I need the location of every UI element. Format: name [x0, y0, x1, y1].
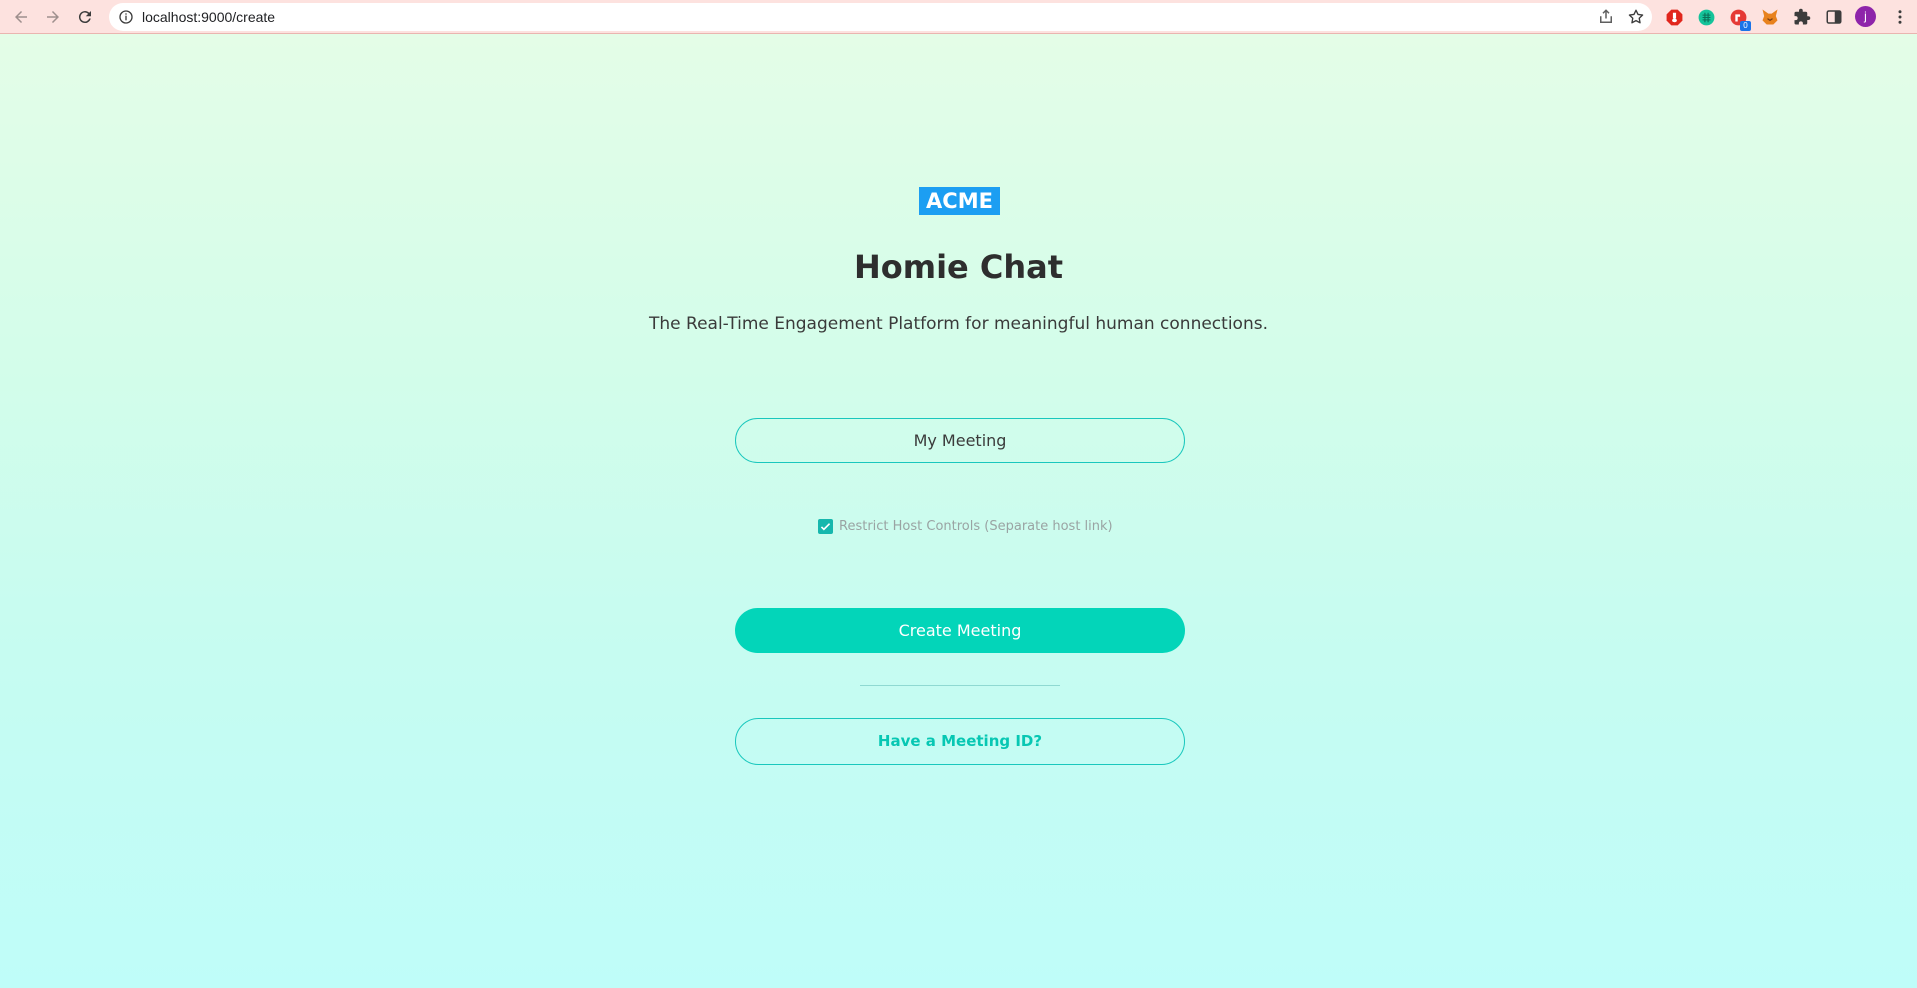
grammar-extension-icon[interactable] — [1696, 7, 1716, 27]
bookmark-star-icon[interactable] — [1627, 8, 1645, 26]
forward-arrow-icon[interactable] — [40, 4, 66, 30]
acme-logo: ACME — [919, 187, 1000, 215]
restrict-host-label: Restrict Host Controls (Separate host li… — [839, 518, 1113, 534]
page-content — [0, 34, 1917, 988]
meeting-name-input[interactable] — [735, 418, 1185, 463]
puzzle-extensions-icon[interactable] — [1792, 7, 1812, 27]
profile-avatar[interactable]: j — [1855, 6, 1876, 27]
divider — [860, 685, 1060, 686]
page-subtitle: The Real-Time Engagement Platform for me… — [649, 314, 1268, 334]
fox-wallet-extension-icon[interactable] — [1760, 7, 1780, 27]
kebab-menu-icon[interactable] — [1890, 7, 1910, 27]
have-meeting-id-button[interactable]: Have a Meeting ID? — [735, 718, 1185, 765]
extension-badge: 0 — [1740, 21, 1751, 31]
restrict-host-checkbox[interactable] — [818, 518, 833, 534]
reload-icon[interactable] — [72, 4, 98, 30]
address-bar[interactable]: localhost:9000/create — [109, 3, 1652, 31]
restrict-host-controls-option[interactable]: Restrict Host Controls (Separate host li… — [818, 517, 1113, 535]
browser-toolbar: localhost:9000/create 0 j — [0, 0, 1917, 34]
checkmark-icon — [820, 522, 831, 530]
url-text: localhost:9000/create — [142, 9, 276, 25]
side-panel-icon[interactable] — [1824, 7, 1844, 27]
page-title: Homie Chat — [853, 248, 1064, 286]
back-arrow-icon[interactable] — [8, 4, 34, 30]
site-info-icon[interactable] — [118, 9, 134, 25]
adblock-extension-icon[interactable] — [1664, 7, 1684, 27]
create-meeting-button[interactable]: Create Meeting — [735, 608, 1185, 653]
counter-extension-icon[interactable]: 0 — [1728, 7, 1751, 31]
share-icon[interactable] — [1597, 8, 1615, 26]
